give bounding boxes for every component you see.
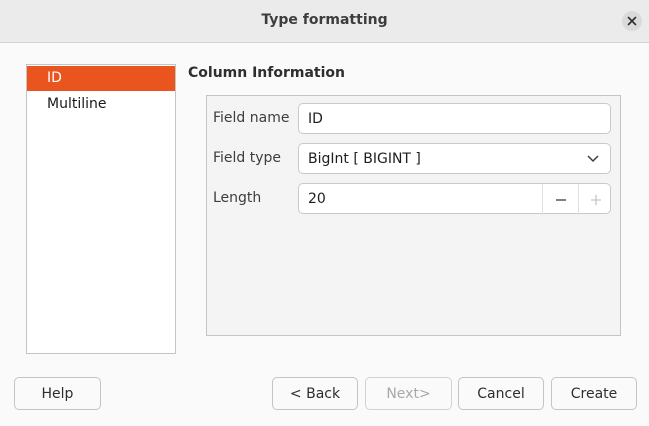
create-button[interactable]: Create [551, 377, 637, 410]
field-name-label: Field name [213, 110, 290, 126]
length-label: Length [213, 190, 262, 206]
sidebar-item-id[interactable]: ID [27, 66, 175, 91]
plus-icon [591, 194, 601, 205]
cancel-button[interactable]: Cancel [458, 377, 544, 410]
help-button[interactable]: Help [14, 377, 101, 410]
next-button[interactable]: Next> [365, 377, 452, 410]
field-name-input[interactable]: ID [298, 103, 611, 134]
close-icon [627, 16, 637, 26]
close-button[interactable] [622, 11, 642, 31]
sidebar-item-multiline[interactable]: Multiline [27, 92, 175, 117]
field-type-value: BigInt [ BIGINT ] [308, 151, 421, 167]
section-heading: Column Information [188, 65, 345, 81]
back-button[interactable]: < Back [272, 377, 358, 410]
chevron-down-icon [587, 155, 599, 163]
category-list[interactable]: ID Multiline [26, 64, 176, 354]
field-name-value: ID [308, 111, 323, 127]
length-spinbox[interactable]: 20 [298, 183, 613, 215]
decrement-button[interactable] [544, 184, 578, 215]
window-title: Type formatting [261, 12, 388, 28]
increment-button[interactable] [579, 184, 613, 215]
field-type-label: Field type [213, 150, 282, 166]
minus-icon [556, 198, 566, 201]
length-value: 20 [308, 191, 326, 207]
title-bar: Type formatting [0, 0, 649, 43]
field-type-select[interactable]: BigInt [ BIGINT ] [298, 143, 611, 174]
spin-divider [542, 184, 543, 215]
